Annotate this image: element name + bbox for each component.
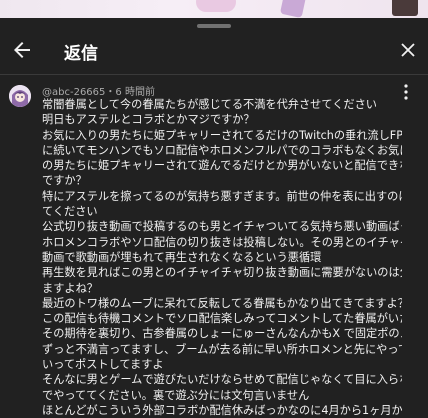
comment-line: 公式切り抜き動画で投稿するのも男とイチャついてる気持ち悪い動画ばっかで bbox=[42, 220, 402, 234]
comment-line: に続いてモンハンでもソロ配信やホロメンフルパでのコラボもなくお気に入り bbox=[42, 143, 402, 157]
comment-line: その期待を裏切り、古参眷属のしょーにゅーさんなんかもX で固定ポのメンツに bbox=[42, 327, 402, 341]
comment-line: そんなに男とゲームで遊びたいだけならせめて配信じゃなくて目に入らない裏 bbox=[42, 373, 402, 387]
thumbnail-decoration bbox=[279, 0, 307, 18]
video-thumbnail-strip bbox=[0, 0, 428, 18]
comment-line: ですか？ bbox=[42, 174, 87, 188]
header-divider bbox=[0, 74, 428, 75]
comment-item: @abc-26665・6 時間前 常闇眷属として今の眷属たちが感じてる不満を代弁… bbox=[0, 76, 428, 417]
comment-line: お気に入りの男たちに姫プキャリーされてるだけのTwitchの垂れ流しFPS地獄 bbox=[42, 128, 402, 142]
thumbnail-decoration bbox=[196, 0, 236, 12]
comment-line: ますよね？ bbox=[42, 281, 98, 295]
comment-line: 動画で歌動画が埋もれて再生されなくなるという悪循環 bbox=[42, 250, 322, 264]
comment-body: 常闇眷属として今の眷属たちが感じてる不満を代弁させてください 明日もアステルとコ… bbox=[42, 97, 402, 418]
drag-handle[interactable] bbox=[197, 24, 231, 28]
comment-line: でやっててください。裏で遊ぶ分には文句言いません bbox=[42, 388, 310, 402]
comment-line: 再生数を見ればこの男とのイチャイチャ切り抜き動画に需要がないのは分かり bbox=[42, 266, 402, 280]
comment-meta: @abc-26665・6 時間前 bbox=[42, 83, 155, 98]
close-button[interactable] bbox=[396, 38, 420, 62]
comment-line: 明日もアステルとコラボとかマジですか？ bbox=[42, 113, 255, 127]
comment-line: 常闇眷属として今の眷属たちが感じてる不満を代弁させてください bbox=[42, 98, 377, 111]
page-title: 返信 bbox=[64, 44, 98, 64]
avatar[interactable] bbox=[9, 85, 31, 107]
sheet-header: 返信 bbox=[0, 32, 428, 68]
comment-line: の男たちに姫プキャリーされて遊んでるだけとか男がいないと配信できないん bbox=[42, 159, 402, 173]
back-button[interactable] bbox=[10, 38, 34, 62]
comment-line: ホロメンコラボやソロ配信の切り抜きは投稿しない。その男とのイチャイチャ bbox=[42, 235, 402, 249]
comment-line: 最近のトワ様のムーブに呆れて反転してる眷属もかなり出てきてますよ？ bbox=[42, 296, 402, 310]
comment-line: てください bbox=[42, 205, 98, 219]
comment-line: ほとんどがこういう外部コラボか配信休みばっかなのに4月から1ヶ月か2ヶ月 bbox=[42, 403, 402, 417]
comment-line: この配信も待機コメントでソロ配信楽しみってコメントしてた眷属がいたのに bbox=[42, 312, 402, 326]
comment-line: いってポストしてますよ bbox=[42, 358, 164, 372]
user-avatar-icon bbox=[9, 85, 31, 107]
back-arrow-icon bbox=[14, 42, 30, 58]
replies-sheet: 返信 @abc-26665・6 時間前 常闇眷属として今の眷属たちが感じてる不満… bbox=[0, 18, 428, 417]
thumbnail-decoration bbox=[392, 0, 418, 16]
comment-line: 特にアステルを擦ってるのが気持ち悪すぎます。前世の仲を表に出すのはやめ bbox=[42, 189, 402, 203]
close-icon bbox=[401, 43, 415, 57]
comment-line: ずっと不満言ってますし、ブームが去る前に早い所ホロメンと先にやってほし bbox=[42, 342, 402, 356]
